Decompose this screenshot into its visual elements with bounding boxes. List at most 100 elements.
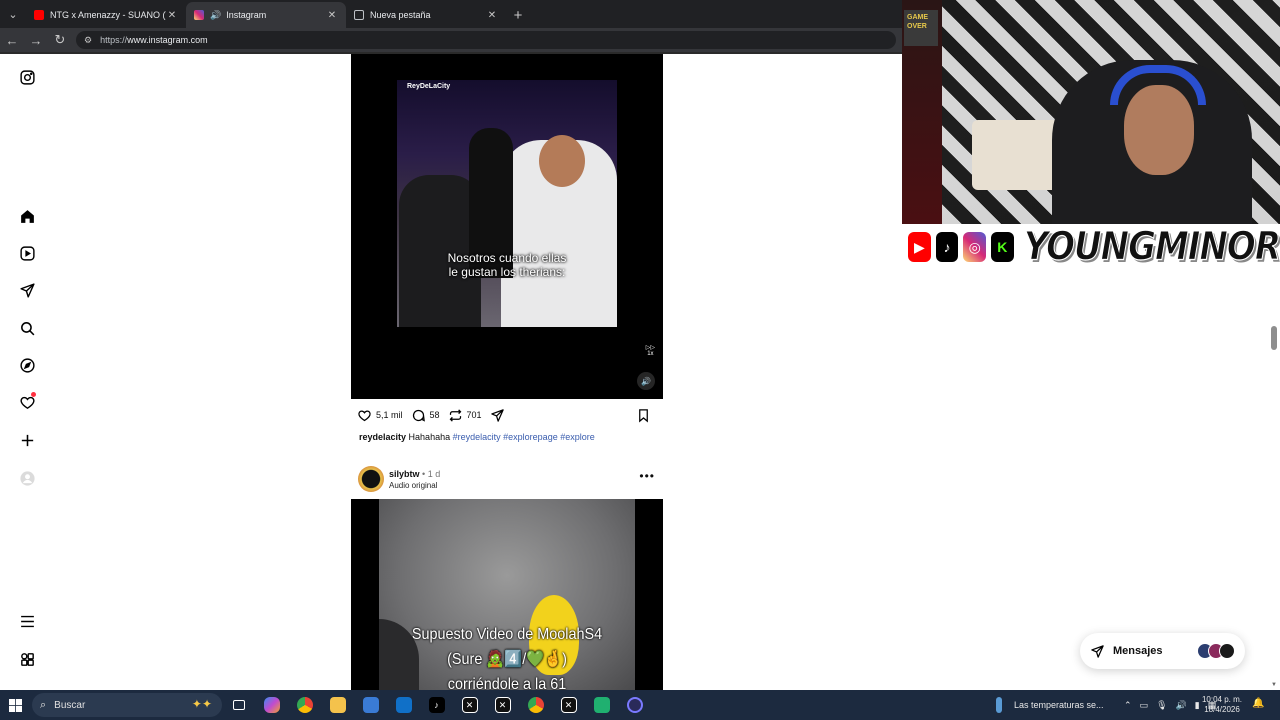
reels-icon[interactable] bbox=[14, 240, 40, 266]
taskbar-clock[interactable]: 10:04 p. m. 18/4/2026 bbox=[1200, 695, 1244, 715]
site-info-icon[interactable]: ⚙ bbox=[84, 35, 92, 46]
share-button[interactable] bbox=[490, 408, 509, 423]
streamer-brand-text: YOUNGMINOR bbox=[1023, 223, 1280, 270]
repost-icon bbox=[449, 408, 461, 422]
caption-line: Supuesto Video de MoolahS4 bbox=[411, 626, 603, 643]
close-tab-icon[interactable]: ✕ bbox=[326, 10, 338, 21]
tab-new-tab[interactable]: Nueva pestaña ✕ bbox=[346, 2, 506, 28]
comment-icon bbox=[412, 409, 425, 422]
thermometer-icon bbox=[996, 697, 1002, 713]
comment-button[interactable]: 58 bbox=[411, 408, 440, 423]
message-avatars bbox=[1197, 643, 1235, 659]
caption-line: Nosotros cuando ellas bbox=[447, 251, 567, 265]
windows-start-icon[interactable] bbox=[0, 690, 30, 720]
explore-compass-icon[interactable] bbox=[14, 352, 40, 378]
instagram-favicon-icon bbox=[194, 10, 204, 20]
back-arrow-icon[interactable]: ← bbox=[0, 28, 24, 52]
copilot-icon[interactable] bbox=[255, 690, 288, 720]
volume-icon[interactable]: 🔊 bbox=[637, 372, 655, 390]
reload-icon[interactable]: ↻ bbox=[48, 28, 72, 52]
youtube-logo-icon: ▶ bbox=[908, 232, 931, 262]
also-from-meta-icon[interactable] bbox=[14, 646, 40, 672]
close-tab-icon[interactable]: ✕ bbox=[166, 10, 178, 21]
like-button[interactable]: 5,1 mil bbox=[357, 408, 403, 423]
caption-text: Hahahaha bbox=[408, 432, 451, 442]
post2-video-player[interactable]: Supuesto Video de MoolahS4 (Sure 🧟4️⃣/💚🤞… bbox=[351, 499, 663, 693]
hashtag-link[interactable]: #reydelacity bbox=[453, 432, 501, 442]
tab-search-chevron-icon[interactable]: ⌄ bbox=[0, 0, 26, 28]
volume-icon[interactable]: 🔊 bbox=[1176, 700, 1187, 711]
more-menu-icon[interactable] bbox=[14, 608, 40, 634]
playback-speed-icon[interactable]: ▷▷ 1x bbox=[646, 344, 655, 357]
create-plus-icon[interactable] bbox=[14, 427, 40, 453]
save-button[interactable] bbox=[636, 408, 655, 423]
instagram-logo-icon[interactable] bbox=[14, 64, 40, 90]
search-placeholder: Buscar bbox=[54, 699, 86, 711]
hashtag-link[interactable]: #explorepage bbox=[503, 432, 558, 442]
separator-dot: • bbox=[422, 469, 426, 479]
tab-label: Nueva pestaña bbox=[370, 10, 431, 20]
tray-chevron-icon[interactable]: ⌃ bbox=[1124, 700, 1132, 711]
weather-widget[interactable]: Las temperaturas se... bbox=[996, 690, 1104, 720]
meet-icon[interactable]: ▭ bbox=[1140, 700, 1149, 711]
capcut-icon-2[interactable]: ✕ bbox=[486, 690, 519, 720]
notification-bell-icon[interactable]: 🔔 bbox=[1252, 698, 1264, 709]
heart-icon bbox=[358, 409, 371, 421]
repost-button[interactable]: 701 bbox=[448, 408, 482, 423]
messages-button[interactable]: Mensajes bbox=[1080, 633, 1245, 669]
tab-youtube[interactable]: NTG x Amenazzy - SUANO (Video ✕ bbox=[26, 2, 186, 28]
profile-avatar-icon[interactable] bbox=[14, 465, 40, 491]
new-tab-plus-icon[interactable]: + bbox=[506, 2, 530, 28]
forward-arrow-icon[interactable]: → bbox=[24, 28, 48, 52]
page-scrollbar[interactable]: ▼ bbox=[1268, 270, 1280, 690]
more-options-icon[interactable]: ••• bbox=[639, 469, 655, 483]
obs-icon[interactable] bbox=[618, 690, 651, 720]
messages-label: Mensajes bbox=[1113, 645, 1163, 657]
weather-text: Las temperaturas se... bbox=[1014, 700, 1104, 710]
task-view-icon[interactable] bbox=[222, 690, 255, 720]
search-highlight-icon: ✦✦ bbox=[191, 697, 212, 711]
taskbar-search[interactable]: ⌕ Buscar ✦✦ bbox=[32, 693, 222, 717]
tab-label: NTG x Amenazzy - SUANO (Video bbox=[50, 10, 166, 20]
scroll-down-arrow-icon[interactable]: ▼ bbox=[1271, 682, 1277, 688]
direct-send-icon[interactable] bbox=[14, 277, 40, 303]
capcut-icon-3[interactable]: ✕ bbox=[552, 690, 585, 720]
store-icon[interactable] bbox=[354, 690, 387, 720]
caption-username[interactable]: reydelacity bbox=[359, 432, 406, 442]
notifications-heart-icon[interactable] bbox=[14, 389, 40, 415]
tiktok-logo-icon: ♪ bbox=[935, 232, 959, 262]
tab-instagram[interactable]: 🔊 Instagram ✕ bbox=[186, 2, 346, 28]
search-icon[interactable] bbox=[14, 315, 40, 341]
chrome-profile-icon[interactable] bbox=[519, 690, 552, 720]
app-green-icon[interactable] bbox=[585, 690, 618, 720]
kick-logo-icon: K bbox=[991, 232, 1014, 262]
repost-count: 701 bbox=[466, 410, 482, 420]
post2-avatar[interactable] bbox=[358, 466, 384, 492]
chrome-icon[interactable] bbox=[288, 690, 321, 720]
browser-toolbar: ← → ↻ ⚙ https:// www.instagram.com bbox=[0, 28, 902, 52]
social-banner: ▶ ♪ ◎ K YOUNGMINOR bbox=[902, 223, 1280, 271]
tiktok-app-icon[interactable]: ♪ bbox=[420, 690, 453, 720]
wall-poster: GAME OVER bbox=[904, 10, 938, 46]
outlook-icon[interactable] bbox=[387, 690, 420, 720]
url-scheme: https:// bbox=[100, 35, 128, 45]
close-tab-icon[interactable]: ✕ bbox=[486, 10, 498, 21]
battery-icon[interactable]: ▮ bbox=[1195, 700, 1200, 711]
home-icon[interactable] bbox=[14, 203, 40, 229]
browser-tab-strip: ⌄ NTG x Amenazzy - SUANO (Video ✕ 🔊 Inst… bbox=[0, 0, 902, 28]
mic-icon[interactable]: 🎙 bbox=[1156, 700, 1167, 711]
post1-video-player[interactable]: ReyDeLaCity Nosotros cuando ellas le gus… bbox=[351, 54, 663, 399]
hashtag-link[interactable]: #explore bbox=[560, 432, 595, 442]
post2-audio[interactable]: Audio original bbox=[389, 481, 437, 490]
post2-time: 1 d bbox=[427, 469, 441, 479]
speaker-icon[interactable]: 🔊 bbox=[210, 10, 221, 21]
youtube-favicon-icon bbox=[34, 10, 44, 20]
post2-user-line: silybtw • 1 d bbox=[389, 469, 440, 479]
face-figure bbox=[539, 135, 585, 187]
post2-username[interactable]: silybtw bbox=[389, 469, 420, 479]
capcut-icon[interactable]: ✕ bbox=[453, 690, 486, 720]
address-bar[interactable]: ⚙ https:// www.instagram.com bbox=[76, 31, 896, 49]
scroll-thumb[interactable] bbox=[1271, 326, 1277, 350]
file-explorer-icon[interactable] bbox=[321, 690, 354, 720]
caption-line: le gustan los therians: bbox=[448, 265, 566, 279]
